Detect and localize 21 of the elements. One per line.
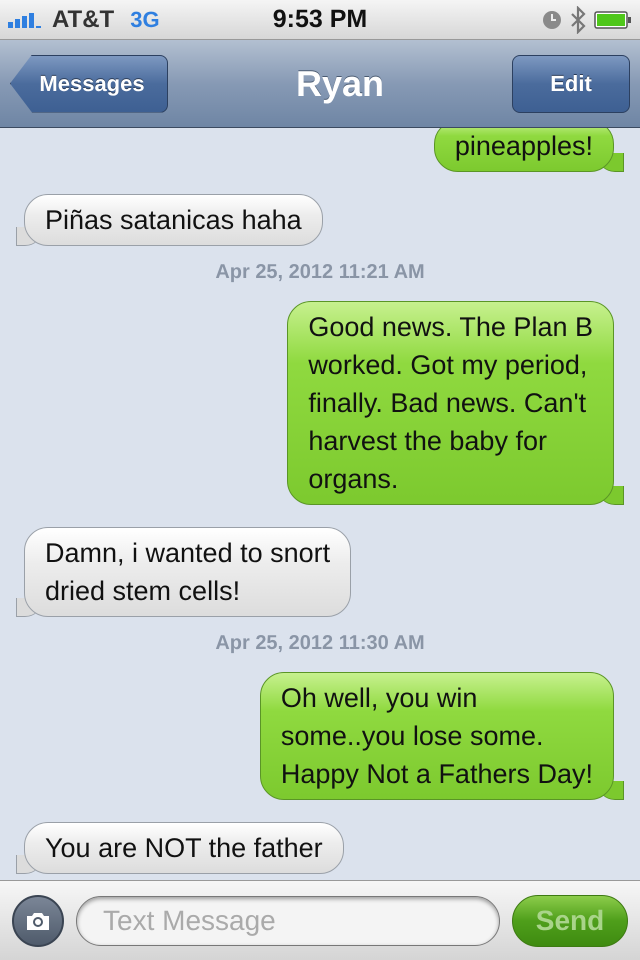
message-bubble: Damn, i wanted to snort dried stem cells! — [24, 527, 352, 617]
back-button[interactable]: Messages — [10, 54, 168, 112]
carrier-name: AT&T — [52, 6, 114, 34]
clock-time: 9:53 PM — [272, 5, 368, 34]
message-bubble: You are NOT the father — [24, 822, 344, 874]
message-bubble: pineapples! — [434, 128, 614, 172]
bluetooth-icon — [570, 6, 586, 34]
battery-icon — [594, 10, 632, 28]
contact-name: Ryan — [296, 62, 384, 104]
timestamp: Apr 25, 2012 11:21 AM — [215, 260, 425, 284]
message-bubble: Good news. The Plan B worked. Got my period, finally. Bad news. Can't harvest the baby for organs. — [287, 301, 614, 505]
camera-icon — [25, 910, 51, 930]
camera-button[interactable] — [12, 894, 64, 946]
text-message-field[interactable]: Text Message — [76, 896, 500, 946]
signal-icon — [8, 12, 44, 28]
timestamp: Apr 25, 2012 11:30 AM — [215, 631, 425, 655]
edit-button[interactable]: Edit — [512, 54, 630, 112]
message-bubble: Piñas satanicas haha — [24, 194, 323, 246]
alarm-clock-icon — [542, 10, 562, 30]
network-type: 3G — [130, 6, 160, 32]
message-bubble: Oh well, you win some..you lose some. Happy Not a Fathers Day! — [260, 672, 614, 800]
